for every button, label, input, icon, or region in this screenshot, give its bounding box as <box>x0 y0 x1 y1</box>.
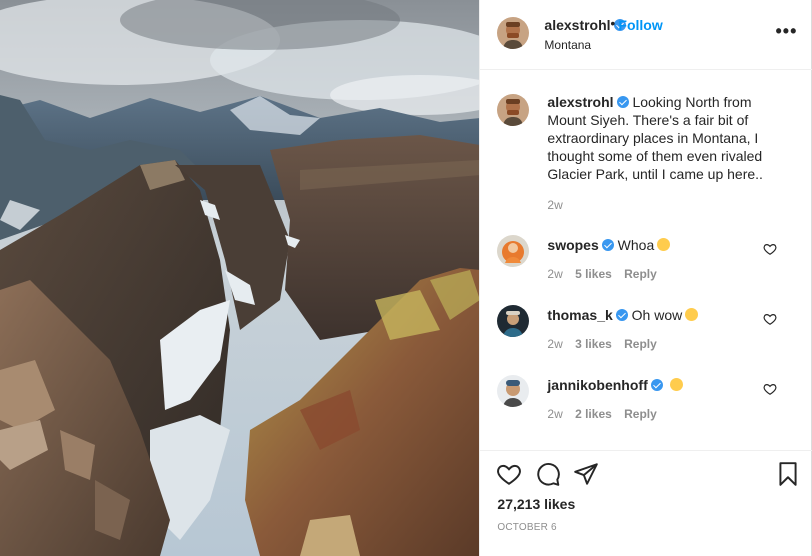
commenter-avatar[interactable] <box>497 305 530 337</box>
comment-username[interactable]: thomas_k <box>547 307 612 323</box>
comment-meta: 2w 5 likes Reply <box>547 267 665 281</box>
comment-likes[interactable]: 2 likes <box>575 407 612 421</box>
post-card: alexstrohl • Follow Montana ••• alexstro… <box>0 0 812 556</box>
post-header: alexstrohl • Follow Montana ••• <box>480 0 812 70</box>
comment-text: thomas_k Oh wow <box>547 306 699 324</box>
heart-icon[interactable] <box>496 461 522 487</box>
post-photo[interactable] <box>0 0 480 556</box>
reply-button[interactable]: Reply <box>624 337 657 351</box>
comment-meta: 2w 2 likes Reply <box>547 407 665 421</box>
caption-avatar[interactable] <box>497 94 530 126</box>
commenter-avatar[interactable] <box>497 375 530 407</box>
mountain-landscape-image <box>0 0 480 556</box>
heart-eyes-emoji-icon <box>685 308 699 321</box>
comment-username[interactable]: swopes <box>547 237 598 253</box>
comment-like-heart-icon[interactable] <box>763 312 777 326</box>
verified-badge-icon <box>650 379 663 391</box>
follow-button[interactable]: Follow <box>618 17 662 33</box>
reply-button[interactable]: Reply <box>624 267 657 281</box>
separator-dot: • <box>610 15 616 31</box>
comment-text: jannikobenhoff <box>547 376 683 394</box>
commenter-avatar[interactable] <box>497 235 530 267</box>
verified-badge-icon <box>601 239 614 251</box>
post-actions: 27,213 likes OCTOBER 6 <box>480 450 812 556</box>
comment-item: thomas_k Oh wow 2w 3 likes Reply <box>497 302 797 358</box>
more-options-icon[interactable]: ••• <box>776 22 798 40</box>
comment-item: swopes Whoa 2w 5 likes Reply <box>497 232 797 288</box>
comment-username[interactable]: jannikobenhoff <box>547 377 647 393</box>
comment-item: jannikobenhoff 2w 2 likes Reply <box>497 372 797 428</box>
comment-time[interactable]: 2w <box>547 337 562 351</box>
comment-like-heart-icon[interactable] <box>763 382 777 396</box>
comment-icon[interactable] <box>535 461 561 487</box>
likes-count[interactable]: 27,213 likes <box>497 496 575 512</box>
comment-text: swopes Whoa <box>547 236 671 254</box>
author-avatar[interactable] <box>497 17 530 49</box>
rofl-emoji-icon <box>657 238 671 251</box>
post-date[interactable]: OCTOBER 6 <box>497 522 556 533</box>
comment-likes[interactable]: 5 likes <box>575 267 612 281</box>
post-location[interactable]: Montana <box>544 38 591 52</box>
reply-button[interactable]: Reply <box>624 407 657 421</box>
caption-username[interactable]: alexstrohl <box>547 94 613 110</box>
comment-time[interactable]: 2w <box>547 407 562 421</box>
comment-like-heart-icon[interactable] <box>763 242 777 256</box>
verified-badge-icon <box>616 96 629 108</box>
comment-meta: 2w 3 likes Reply <box>547 337 665 351</box>
share-icon[interactable] <box>573 461 599 487</box>
caption-timestamp[interactable]: 2w <box>547 198 562 212</box>
comment-time[interactable]: 2w <box>547 267 562 281</box>
comment-likes[interactable]: 3 likes <box>575 337 612 351</box>
caption-text: alexstrohl Looking North from Mount Siye… <box>547 93 777 183</box>
heart-eyes-emoji-icon <box>669 378 683 391</box>
post-side-panel: alexstrohl • Follow Montana ••• alexstro… <box>479 0 812 556</box>
bookmark-icon[interactable] <box>775 461 801 487</box>
verified-badge-icon <box>615 309 628 321</box>
